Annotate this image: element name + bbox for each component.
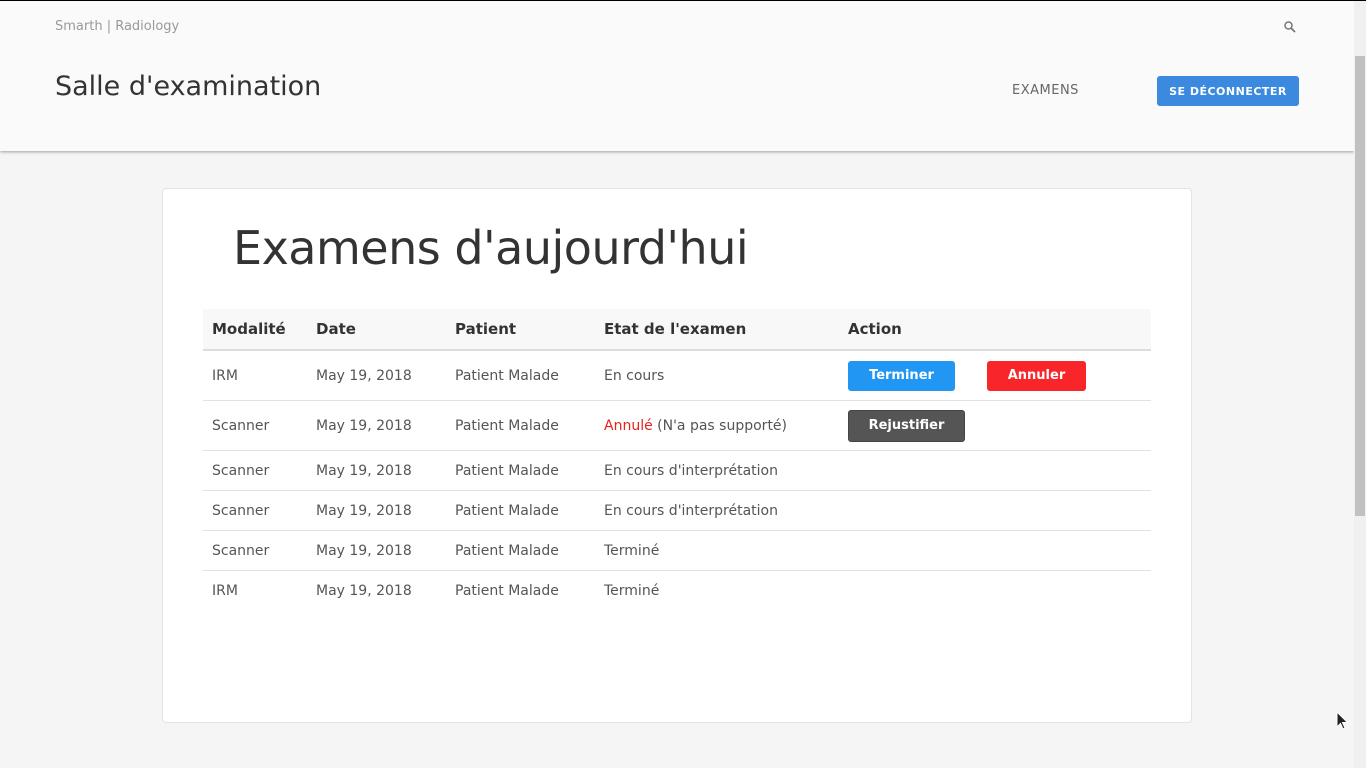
cell-actions: [839, 450, 1151, 491]
cell-patient: Patient Malade: [446, 400, 595, 451]
table-header-row: Modalité Date Patient Etat de l'examen A…: [203, 309, 1151, 350]
exams-card: Examens d'aujourd'hui Modalité Date Pati…: [162, 188, 1192, 723]
exams-table: Modalité Date Patient Etat de l'examen A…: [203, 309, 1151, 610]
page-title: Salle d'examination: [55, 71, 322, 102]
status-note: (N'a pas supporté): [652, 417, 788, 434]
terminer-button[interactable]: Terminer: [848, 360, 955, 391]
cell-date: May 19, 2018: [307, 450, 446, 491]
cell-modality: Scanner: [203, 400, 307, 451]
app-header: Smarth | Radiology Salle d'examination E…: [0, 1, 1354, 151]
cell-date: May 19, 2018: [307, 400, 446, 451]
annuler-button[interactable]: Annuler: [987, 360, 1086, 391]
table-row: IRM May 19, 2018 Patient Malade En cours…: [203, 350, 1151, 401]
table-row: IRM May 19, 2018 Patient Malade Terminé: [203, 571, 1151, 611]
search-icon[interactable]: [1283, 20, 1297, 34]
cell-patient: Patient Malade: [455, 582, 559, 599]
scrollbar-thumb[interactable]: [1355, 56, 1365, 516]
table-row: Scanner May 19, 2018 Patient Malade En c…: [203, 490, 1151, 531]
column-header-date: Date: [316, 320, 356, 338]
cell-patient: Patient Malade: [446, 530, 595, 571]
table-row: Scanner May 19, 2018 Patient Malade Annu…: [203, 400, 1151, 451]
cell-actions: [839, 571, 1151, 611]
cell-actions: [839, 530, 1151, 571]
cell-modality: IRM: [203, 350, 307, 401]
status-cancelled: Annulé: [604, 417, 653, 434]
cell-status: En cours d'interprétation: [595, 450, 839, 491]
cell-patient: Patient Malade: [446, 450, 595, 491]
cell-actions: [839, 490, 1151, 531]
logout-button[interactable]: SE DÉCONNECTER: [1157, 76, 1299, 106]
brand-link[interactable]: Smarth | Radiology: [55, 19, 179, 34]
column-header-modality: Modalité: [212, 320, 286, 338]
cell-status: En cours: [595, 350, 839, 401]
cell-patient: Patient Malade: [446, 490, 595, 531]
cell-date: May 19, 2018: [316, 582, 412, 599]
cell-date: May 19, 2018: [307, 350, 446, 401]
cell-modality: IRM: [212, 582, 238, 599]
column-header-status: Etat de l'examen: [604, 320, 747, 338]
rejustifier-button[interactable]: Rejustifier: [848, 409, 965, 442]
cell-modality: Scanner: [203, 530, 307, 571]
cell-date: May 19, 2018: [307, 530, 446, 571]
column-header-action: Action: [848, 320, 902, 338]
cell-actions: Terminer Annuler: [839, 350, 1151, 401]
nav-examens-link[interactable]: EXAMENS: [1012, 83, 1079, 98]
mouse-cursor-icon: [1336, 711, 1349, 730]
cell-modality: Scanner: [203, 450, 307, 491]
cell-patient: Patient Malade: [446, 350, 595, 401]
section-title: Examens d'aujourd'hui: [233, 221, 749, 275]
table-row: Scanner May 19, 2018 Patient Malade Term…: [203, 530, 1151, 571]
cell-status: Terminé: [595, 530, 839, 571]
cell-modality: Scanner: [203, 490, 307, 531]
cell-actions: Rejustifier: [839, 400, 1151, 451]
table-row: Scanner May 19, 2018 Patient Malade En c…: [203, 450, 1151, 491]
cell-status: En cours d'interprétation: [595, 490, 839, 531]
column-header-patient: Patient: [455, 320, 517, 338]
cell-status: Terminé: [604, 582, 660, 599]
cell-date: May 19, 2018: [307, 490, 446, 531]
cell-status: Annulé (N'a pas supporté): [595, 400, 839, 451]
